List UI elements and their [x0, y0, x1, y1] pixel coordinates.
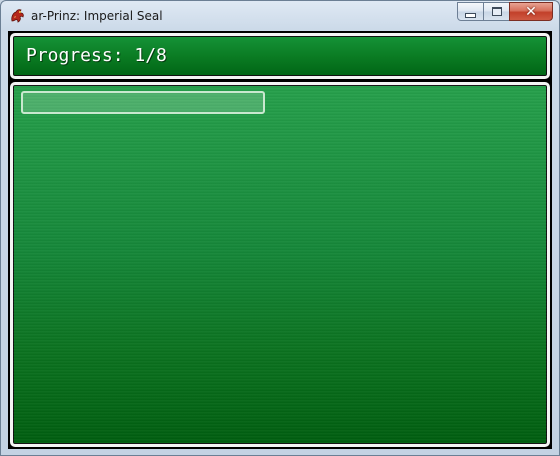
- selection-cursor[interactable]: [21, 91, 265, 114]
- game-screen: Progress: 1/8: [8, 31, 552, 449]
- window-controls: ✕: [457, 2, 553, 21]
- app-window: ar-Prinz: Imperial Seal ✕ Progress: 1/8: [0, 0, 560, 456]
- title-bar[interactable]: ar-Prinz: Imperial Seal ✕: [1, 1, 559, 31]
- window-title: ar-Prinz: Imperial Seal: [31, 9, 163, 23]
- minimize-button[interactable]: [457, 2, 484, 21]
- maximize-icon: [491, 7, 502, 16]
- progress-label: Progress: 1/8: [26, 45, 167, 66]
- close-icon: ✕: [525, 3, 537, 20]
- dragon-icon[interactable]: [9, 8, 25, 24]
- minimize-icon: [465, 12, 476, 18]
- close-button[interactable]: ✕: [509, 2, 553, 21]
- main-menu-panel: [10, 82, 550, 447]
- progress-panel: Progress: 1/8: [10, 33, 550, 79]
- maximize-button[interactable]: [483, 2, 510, 21]
